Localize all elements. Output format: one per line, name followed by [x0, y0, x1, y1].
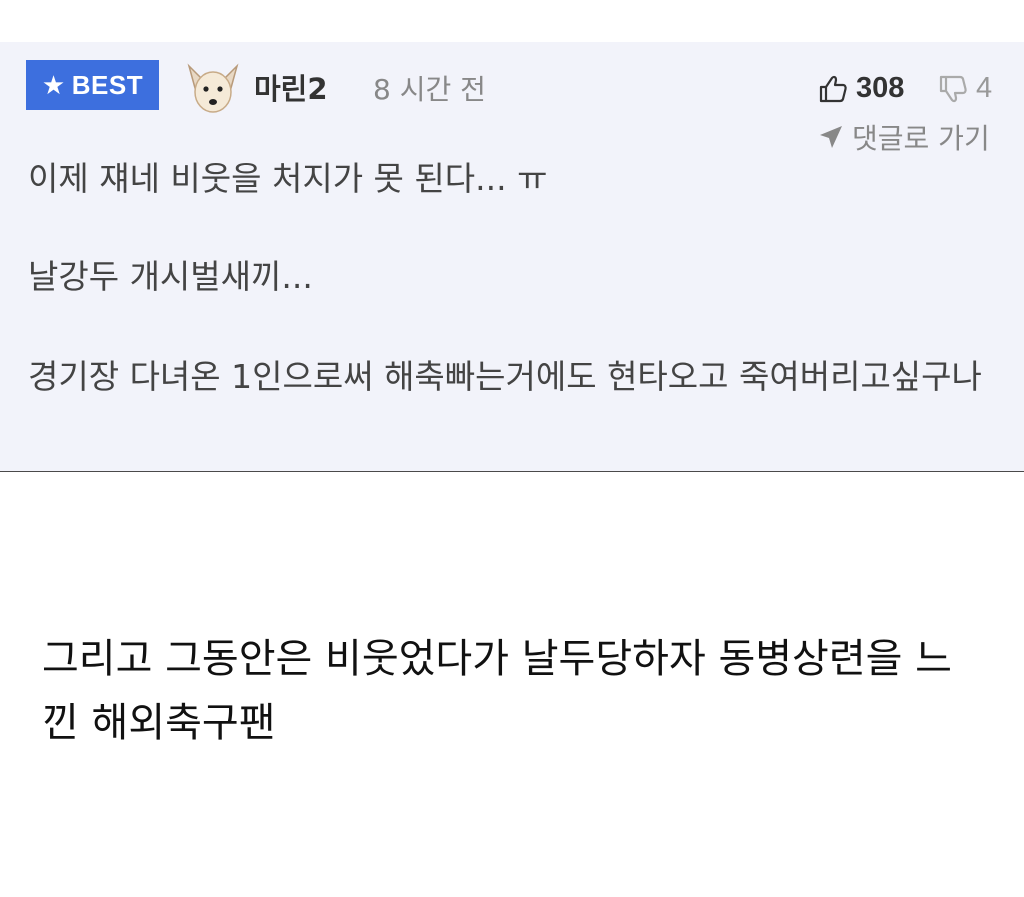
- goto-comment-link[interactable]: 댓글로 가기: [818, 117, 990, 157]
- post-caption: 그리고 그동안은 비웃었다가 날두당하자 동병상련을 느낀 해외축구팬: [42, 636, 952, 746]
- star-icon: ★: [41, 70, 66, 100]
- user-avatar[interactable]: [183, 58, 243, 118]
- previous-content-edge: [0, 0, 1024, 42]
- comment-line: 이제 쟤네 비웃을 처지가 못 된다... ㅠ: [28, 159, 548, 198]
- username[interactable]: 마린2: [254, 66, 328, 108]
- comment-line: 날강두 개시벌새끼...: [28, 257, 313, 296]
- dislike-button[interactable]: 4: [938, 72, 992, 105]
- best-badge-label: BEST: [71, 69, 144, 100]
- thumbs-up-icon: [819, 75, 847, 102]
- comment-line: 경기장 다녀온 1인으로써 해축빠는거에도 현타오고 죽여버리고싶구나: [28, 357, 982, 396]
- like-count: 308: [856, 72, 905, 104]
- timestamp: 8 시간 전: [373, 73, 486, 106]
- dislike-count: 4: [976, 72, 993, 104]
- goto-comment-label: 댓글로 가기: [852, 122, 990, 155]
- like-button[interactable]: 308: [818, 72, 904, 105]
- arrow-icon: [820, 126, 842, 148]
- thumbs-down-icon: [939, 75, 967, 102]
- best-badge: ★ BEST: [26, 60, 159, 110]
